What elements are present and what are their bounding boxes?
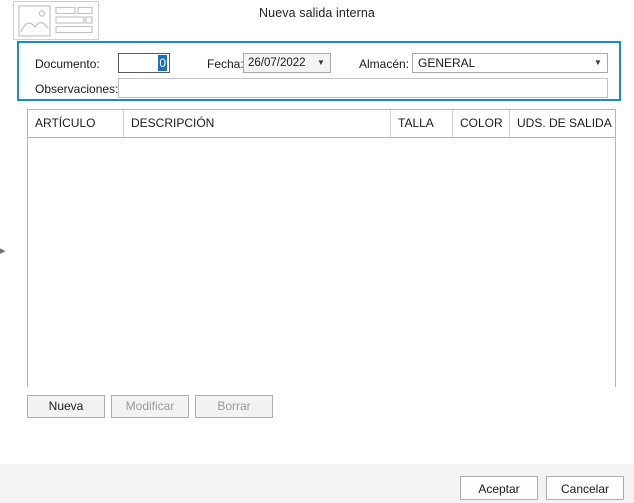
chevron-down-icon[interactable]: ▼	[589, 54, 607, 72]
fecha-value: 26/07/2022	[244, 54, 312, 72]
observaciones-input[interactable]	[118, 78, 608, 98]
grid-column-descripcion[interactable]: DESCRIPCIÓN	[124, 110, 391, 137]
fecha-label: Fecha:	[207, 57, 244, 71]
cancelar-button[interactable]: Cancelar	[546, 476, 624, 500]
grid-column-articulo[interactable]: ARTÍCULO	[28, 110, 124, 137]
chevron-down-icon[interactable]: ▼	[312, 54, 330, 72]
lines-grid: ARTÍCULO DESCRIPCIÓN TALLA COLOR UDS. DE…	[27, 109, 616, 387]
almacen-select[interactable]: GENERAL ▼	[412, 53, 608, 73]
dialog-footer: Aceptar Cancelar	[0, 464, 634, 503]
aceptar-button[interactable]: Aceptar	[460, 476, 538, 500]
fecha-datepicker[interactable]: 26/07/2022 ▼	[243, 53, 331, 73]
grid-header-row: ARTÍCULO DESCRIPCIÓN TALLA COLOR UDS. DE…	[28, 110, 615, 138]
documento-value: 0	[158, 55, 167, 71]
grid-body-empty[interactable]	[28, 138, 615, 387]
grid-column-uds-salida[interactable]: UDS. DE SALIDA	[510, 110, 615, 137]
almacen-label: Almacén:	[359, 57, 410, 71]
borrar-button[interactable]: Borrar	[195, 395, 273, 418]
chevron-right-icon[interactable]: ▸	[0, 244, 9, 258]
window-header: Nueva salida interna	[0, 0, 634, 42]
almacen-value: GENERAL	[418, 56, 476, 70]
form-row-primary: Documento: 0 Fecha: 26/07/2022 ▼ Almacén…	[19, 53, 619, 75]
grid-column-color[interactable]: COLOR	[453, 110, 510, 137]
footer-button-group: Aceptar Cancelar	[460, 476, 624, 500]
document-header-panel: Documento: 0 Fecha: 26/07/2022 ▼ Almacén…	[17, 41, 621, 101]
modificar-button[interactable]: Modificar	[111, 395, 189, 418]
window-title: Nueva salida interna	[259, 6, 375, 20]
grid-column-talla[interactable]: TALLA	[391, 110, 453, 137]
observaciones-label: Observaciones:	[35, 82, 119, 96]
documento-input[interactable]: 0	[118, 53, 170, 73]
documento-label: Documento:	[35, 57, 100, 71]
grid-actions-toolbar: Nueva Modificar Borrar	[27, 395, 273, 418]
nueva-button[interactable]: Nueva	[27, 395, 105, 418]
form-row-observaciones: Observaciones:	[19, 78, 619, 100]
